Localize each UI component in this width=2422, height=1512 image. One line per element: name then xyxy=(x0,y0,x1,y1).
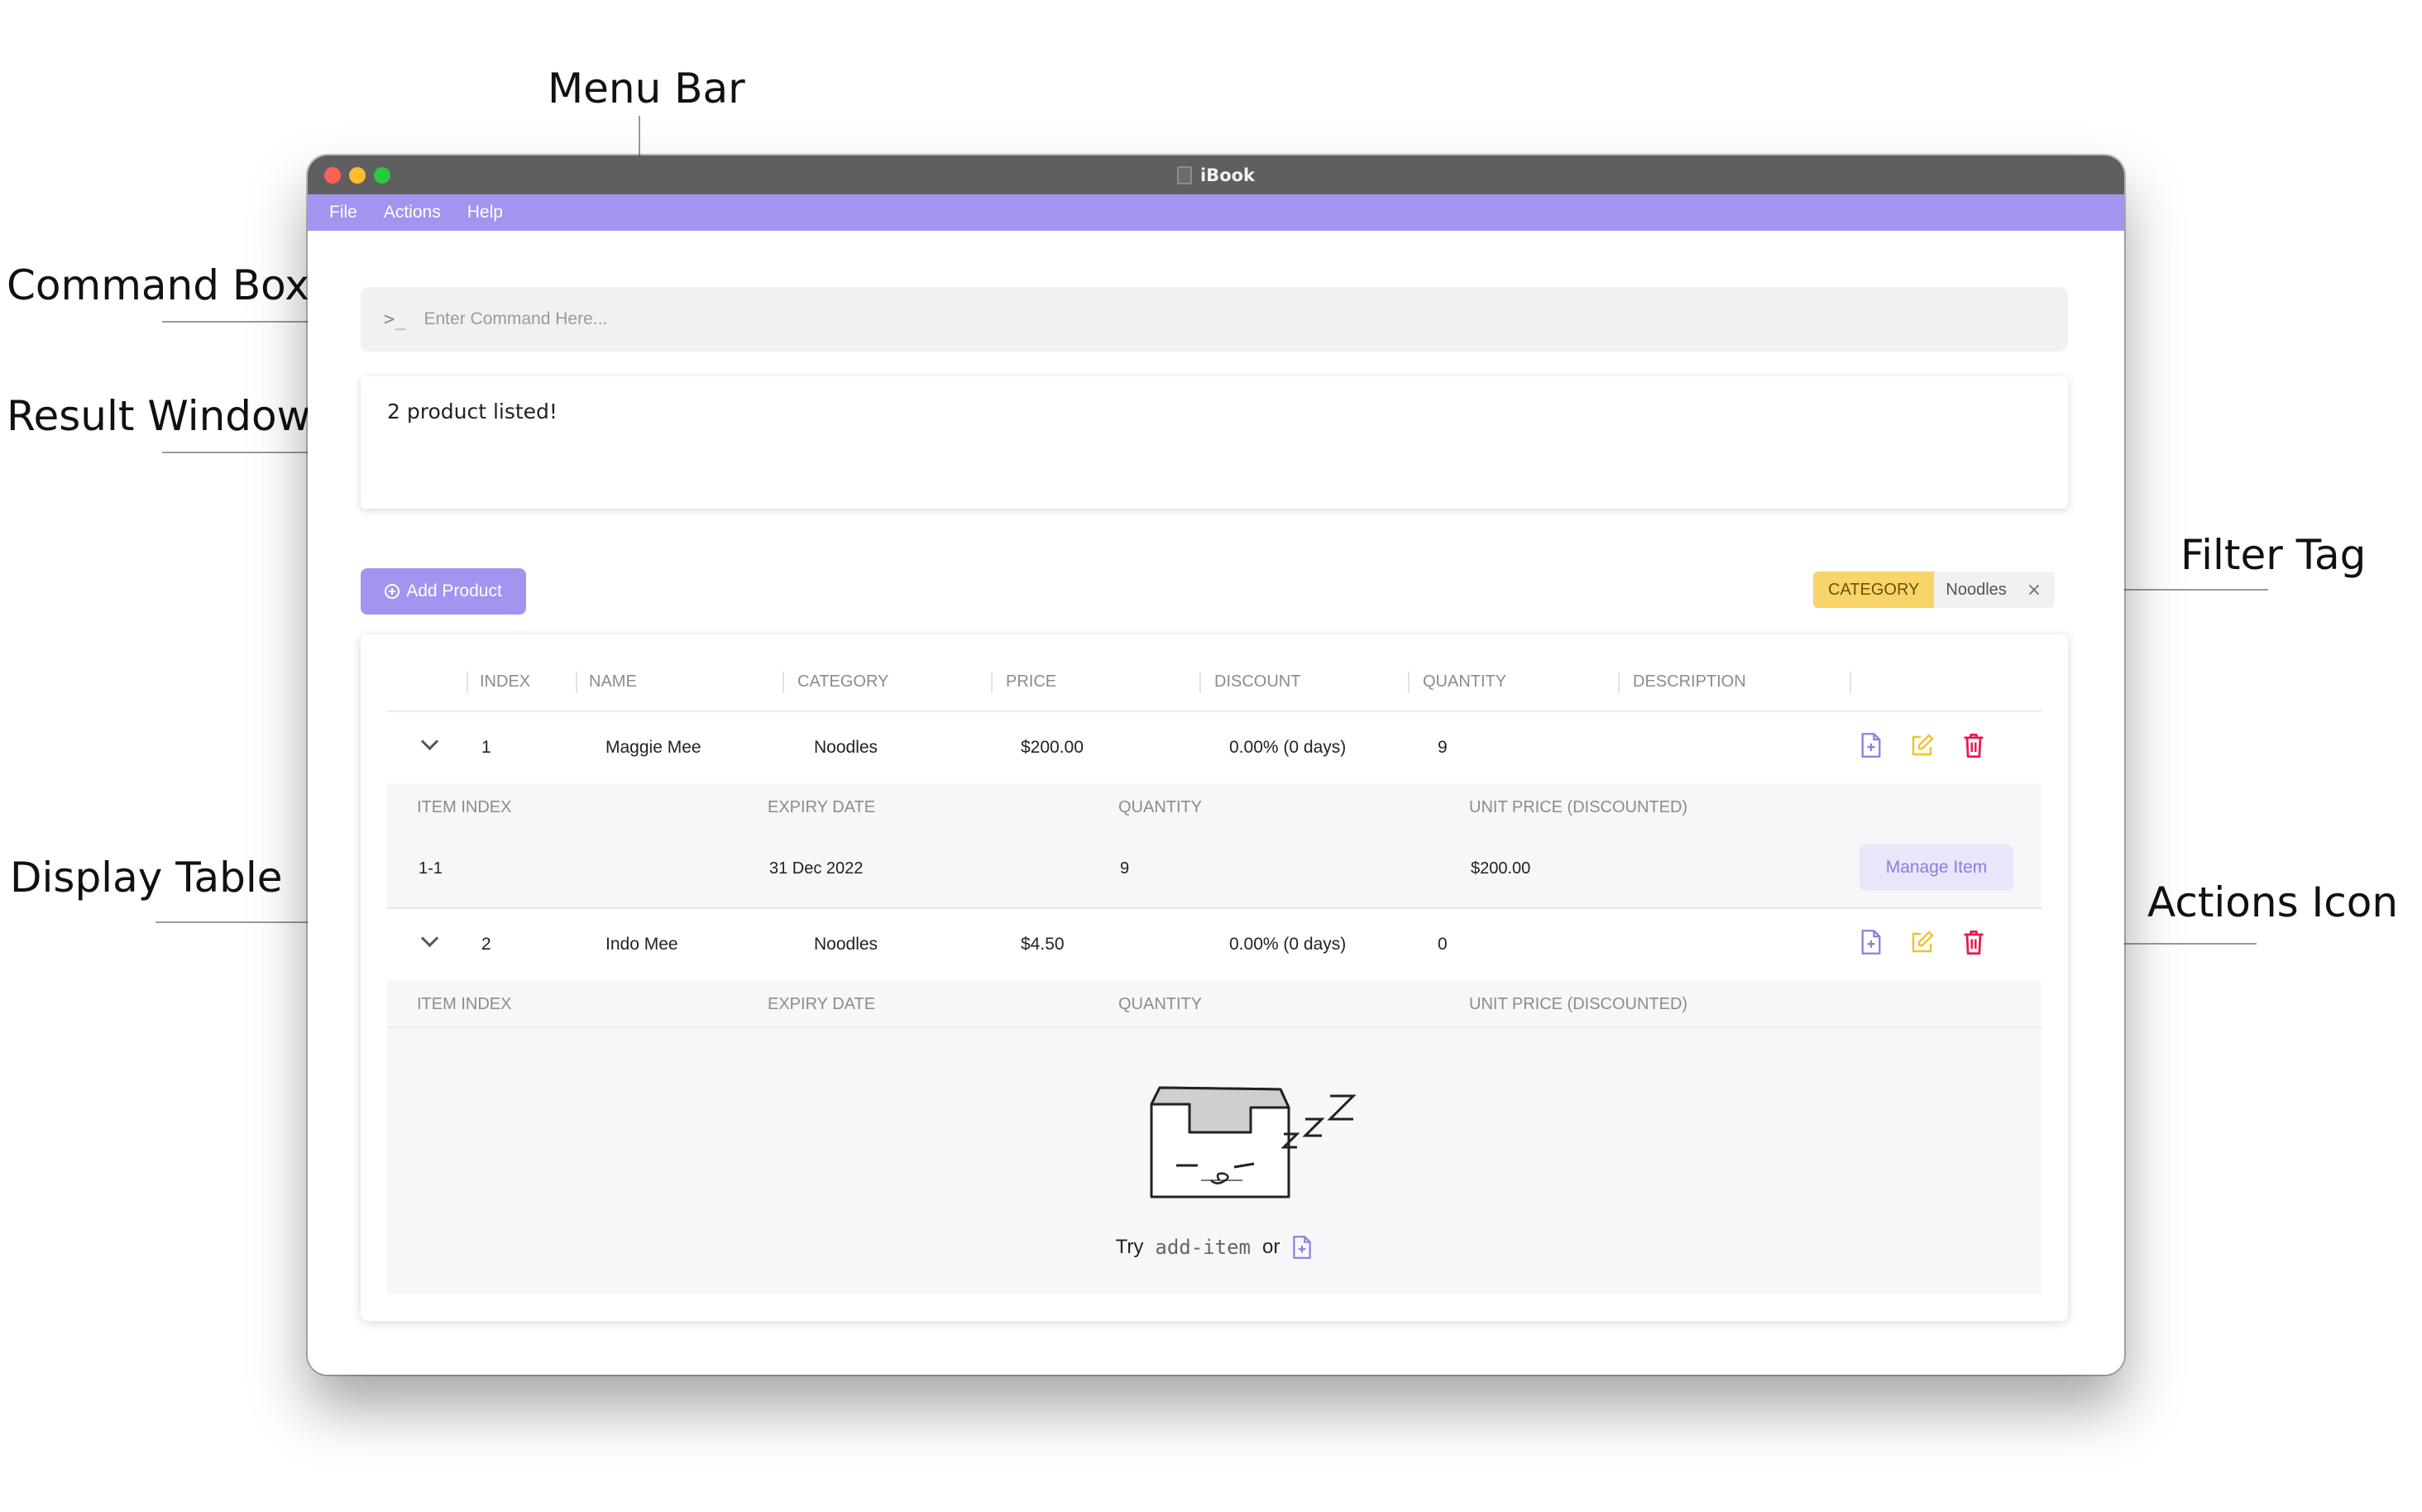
column-separator xyxy=(783,672,784,693)
item-row: 1-1 31 Dec 2022 9 $200.00 Manage Item xyxy=(387,830,2041,909)
row-actions xyxy=(1860,732,1985,758)
row-actions xyxy=(1860,929,1985,955)
column-header-item-index: ITEM INDEX xyxy=(417,798,512,816)
window-title: iBook xyxy=(308,156,2124,194)
item-subtable-header: ITEM INDEX EXPIRY DATE QUANTITY UNIT PRI… xyxy=(387,783,2041,831)
command-box[interactable]: >_ xyxy=(361,287,2068,352)
column-header-item-quantity: QUANTITY xyxy=(1118,798,1203,816)
filter-key: CATEGORY xyxy=(1813,572,1935,608)
annotation-command-box: Command Box xyxy=(7,261,309,309)
column-separator xyxy=(1850,672,1851,693)
edit-icon[interactable] xyxy=(1911,929,1934,955)
menu-file[interactable]: File xyxy=(329,203,357,222)
plus-circle-icon xyxy=(385,584,400,599)
column-header-index: INDEX xyxy=(480,672,531,691)
column-separator xyxy=(1408,672,1410,693)
product-index: 1 xyxy=(481,738,491,757)
column-separator xyxy=(1199,672,1201,693)
main-content: >_ 2 product listed! Add Product CATEGOR… xyxy=(308,231,2124,1375)
annotation-menu-bar: Menu Bar xyxy=(548,65,745,112)
empty-state: Try add-item or xyxy=(387,1028,2041,1294)
app-window: iBook File Actions Help >_ 2 product lis… xyxy=(308,156,2124,1375)
filter-value: Noodles xyxy=(1946,580,2007,599)
trash-icon[interactable] xyxy=(1962,732,1985,758)
column-separator xyxy=(467,672,468,693)
column-header-name: NAME xyxy=(589,672,637,691)
item-quantity: 9 xyxy=(1120,859,1130,878)
product-discount: 0.00% (0 days) xyxy=(1229,738,1347,757)
chevron-down-icon[interactable] xyxy=(420,732,439,751)
document-icon xyxy=(1176,165,1192,184)
menu-bar: File Actions Help xyxy=(308,194,2124,231)
add-product-label: Add Product xyxy=(406,581,502,600)
product-quantity: 0 xyxy=(1438,935,1448,954)
column-header-unit-price: UNIT PRICE (DISCOUNTED) xyxy=(1469,995,1688,1013)
display-table: INDEX NAME CATEGORY PRICE DISCOUNT QUANT… xyxy=(361,634,2068,1321)
file-plus-icon[interactable] xyxy=(1860,929,1883,955)
column-header-expiry-date: EXPIRY DATE xyxy=(768,798,876,816)
column-header-item-quantity: QUANTITY xyxy=(1118,995,1203,1013)
menu-actions[interactable]: Actions xyxy=(384,203,441,222)
empty-state-hint: Try add-item or xyxy=(387,1235,2041,1260)
sleeping-box-illustration xyxy=(1150,1086,1357,1199)
column-header-description: DESCRIPTION xyxy=(1633,672,1746,691)
annotation-actions-icon: Actions Icon xyxy=(2147,878,2399,926)
column-header-expiry-date: EXPIRY DATE xyxy=(768,995,876,1013)
annotation-display-table: Display Table xyxy=(10,854,283,902)
product-category: Noodles xyxy=(814,935,878,954)
column-header-discount: DISCOUNT xyxy=(1214,672,1301,691)
column-separator xyxy=(991,672,993,693)
empty-or-label: or xyxy=(1262,1236,1280,1258)
product-category: Noodles xyxy=(814,738,878,757)
title-bar: iBook xyxy=(308,156,2124,194)
command-input[interactable] xyxy=(422,309,1998,330)
chevron-down-icon[interactable] xyxy=(420,929,439,948)
filter-tag: CATEGORY Noodles × xyxy=(1813,572,2056,608)
menu-help[interactable]: Help xyxy=(467,203,503,222)
item-unit-price: $200.00 xyxy=(1471,859,1531,878)
column-header-category: CATEGORY xyxy=(797,672,889,691)
column-separator xyxy=(576,672,577,693)
file-plus-icon[interactable] xyxy=(1291,1235,1313,1260)
product-index: 2 xyxy=(481,935,491,954)
item-index: 1-1 xyxy=(419,859,443,878)
result-text: 2 product listed! xyxy=(387,400,558,423)
manage-item-button[interactable]: Manage Item xyxy=(1860,845,2013,891)
column-header-quantity: QUANTITY xyxy=(1423,672,1507,691)
empty-try-label: Try xyxy=(1115,1236,1144,1258)
trash-icon[interactable] xyxy=(1962,929,1985,955)
item-subtable-header: ITEM INDEX EXPIRY DATE QUANTITY UNIT PRI… xyxy=(387,980,2041,1028)
product-price: $4.50 xyxy=(1021,935,1065,954)
edit-icon[interactable] xyxy=(1911,732,1934,758)
product-price: $200.00 xyxy=(1021,738,1084,757)
terminal-prompt-icon: >_ xyxy=(384,309,406,330)
empty-command-hint: add-item xyxy=(1155,1236,1251,1259)
column-header-item-index: ITEM INDEX xyxy=(417,995,512,1013)
product-discount: 0.00% (0 days) xyxy=(1229,935,1347,954)
item-expiry-date: 31 Dec 2022 xyxy=(769,859,864,878)
annotation-result-window: Result Window xyxy=(7,392,311,440)
column-header-price: PRICE xyxy=(1006,672,1057,691)
window-title-text: iBook xyxy=(1199,165,1256,185)
table-header: INDEX NAME CATEGORY PRICE DISCOUNT QUANT… xyxy=(387,634,2041,712)
product-name: Indo Mee xyxy=(606,935,678,954)
add-product-button[interactable]: Add Product xyxy=(361,568,526,615)
product-quantity: 9 xyxy=(1438,738,1448,757)
annotation-filter-tag: Filter Tag xyxy=(2180,531,2367,579)
product-name: Maggie Mee xyxy=(606,738,701,757)
table-row[interactable]: 1 Maggie Mee Noodles $200.00 0.00% (0 da… xyxy=(387,711,2041,785)
result-window: 2 product listed! xyxy=(361,376,2068,509)
table-row[interactable]: 2 Indo Mee Noodles $4.50 0.00% (0 days) … xyxy=(387,907,2041,982)
column-header-unit-price: UNIT PRICE (DISCOUNTED) xyxy=(1469,798,1688,816)
file-plus-icon[interactable] xyxy=(1860,732,1883,758)
column-separator xyxy=(1618,672,1620,693)
filter-close-icon[interactable]: × xyxy=(2018,572,2055,608)
